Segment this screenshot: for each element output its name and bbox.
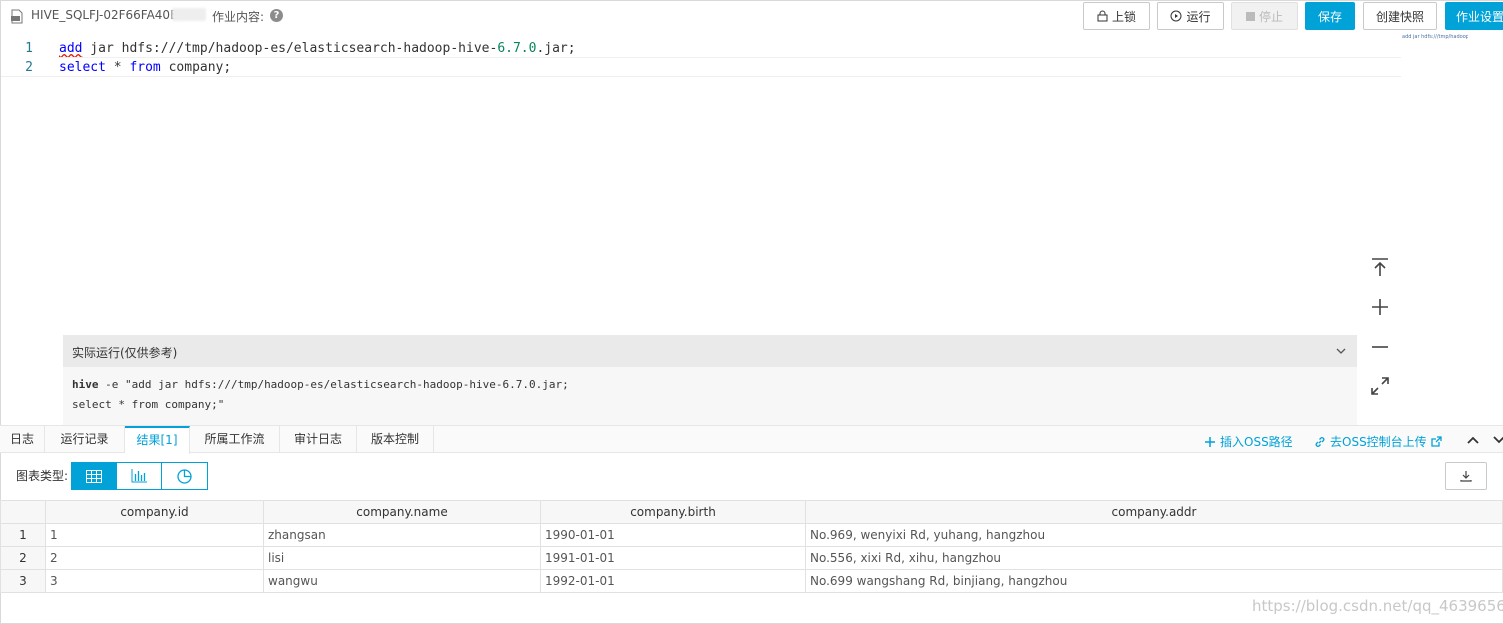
code-line: 2 select * from company; <box>1 58 1401 77</box>
redacted-id-suffix <box>172 8 206 21</box>
bottom-tabbar: 日志 运行记录 结果[1] 所属工作流 审计日志 版本控制 插入OSS路径 去O… <box>0 425 1503 454</box>
column-header[interactable]: company.name <box>263 500 541 524</box>
table-row[interactable]: 1 1 zhangsan 1990-01-01 No.969, wenyixi … <box>0 523 1503 547</box>
pie-chart-view-button[interactable] <box>162 463 207 489</box>
sql-file-icon <box>11 9 23 24</box>
table-row[interactable]: 3 3 wangwu 1992-01-01 No.699 wangshang R… <box>0 569 1503 593</box>
version-number: 6.7.0 <box>497 41 537 56</box>
command-text: -e "add jar hdfs:///tmp/hadoop-es/elasti… <box>98 378 569 391</box>
row-number: 2 <box>0 546 46 570</box>
download-button[interactable] <box>1445 462 1487 490</box>
row-number: 1 <box>0 523 46 547</box>
table-cell[interactable]: 3 <box>45 569 264 593</box>
table-cell[interactable]: 1990-01-01 <box>540 523 806 547</box>
job-toolbar: HIVE_SQL FJ-02F66FA40E6 作业内容: ? 上锁 运行 停止… <box>0 0 1503 36</box>
create-snapshot-button[interactable]: 创建快照 <box>1363 2 1437 30</box>
result-table: company.id company.name company.birth co… <box>0 500 1503 593</box>
actual-run-title: 实际运行(仅供参考) <box>72 346 178 360</box>
column-header[interactable]: company.birth <box>540 500 806 524</box>
tab-audit-log[interactable]: 审计日志 <box>280 426 357 453</box>
run-button[interactable]: 运行 <box>1157 2 1224 30</box>
pie-chart-icon <box>177 468 192 484</box>
bar-chart-view-button[interactable] <box>117 463 162 489</box>
lock-icon <box>1097 10 1108 22</box>
code-segment: * <box>105 60 130 75</box>
plus-icon <box>1205 436 1215 447</box>
table-cell[interactable]: lisi <box>263 546 541 570</box>
table-cell[interactable]: 1991-01-01 <box>540 546 806 570</box>
keyword-add: add <box>59 41 83 56</box>
save-button[interactable]: 保存 <box>1305 2 1355 30</box>
stop-button-label: 停止 <box>1258 9 1283 24</box>
actual-run-command-line: hive -e "add jar hdfs:///tmp/hadoop-es/e… <box>72 378 569 391</box>
tab-workflow[interactable]: 所属工作流 <box>190 426 280 453</box>
insert-oss-path-label: 插入OSS路径 <box>1220 435 1293 449</box>
fullscreen-icon[interactable] <box>1369 375 1391 397</box>
bar-chart-icon <box>131 469 147 483</box>
line-number: 2 <box>25 60 33 75</box>
actual-run-header[interactable]: 实际运行(仅供参考) <box>63 335 1357 367</box>
stop-button[interactable]: 停止 <box>1231 2 1298 30</box>
table-icon <box>86 469 102 483</box>
keyword-select: select <box>59 60 106 75</box>
tab-version-control[interactable]: 版本控制 <box>357 426 434 453</box>
job-content-label: 作业内容: <box>212 10 265 24</box>
table-cell[interactable]: 1992-01-01 <box>540 569 806 593</box>
tab-run-history[interactable]: 运行记录 <box>45 426 125 453</box>
download-icon <box>1460 471 1472 482</box>
tab-log[interactable]: 日志 <box>0 426 45 453</box>
code-segment: jar hdfs:///tmp/hadoop-es/elasticsearch-… <box>82 41 498 56</box>
table-cell[interactable]: wangwu <box>263 569 541 593</box>
code-segment: company; <box>160 60 232 75</box>
job-type: HIVE_SQL <box>31 8 90 22</box>
code-segment: .jar; <box>536 41 576 56</box>
lock-button[interactable]: 上锁 <box>1083 2 1150 30</box>
row-number-header <box>0 500 46 524</box>
table-cell[interactable]: No.969, wenyixi Rd, yuhang, hangzhou <box>805 523 1503 547</box>
play-circle-icon <box>1170 10 1182 22</box>
job-settings-button[interactable]: 作业设置 <box>1445 2 1503 30</box>
table-header-row: company.id company.name company.birth co… <box>0 500 1503 524</box>
watermark: https://blog.csdn.net/qq_46396563 <box>1252 597 1503 615</box>
table-cell[interactable]: zhangsan <box>263 523 541 547</box>
help-icon[interactable]: ? <box>270 9 283 22</box>
chevron-down-icon[interactable] <box>1492 434 1503 446</box>
table-row[interactable]: 2 2 lisi 1991-01-01 No.556, xixi Rd, xih… <box>0 546 1503 570</box>
code-line: 1 add jar hdfs:///tmp/hadoop-es/elastics… <box>1 39 1401 58</box>
table-cell[interactable]: No.556, xixi Rd, xihu, hangzhou <box>805 546 1503 570</box>
chart-type-switcher <box>71 462 208 490</box>
chevron-up-icon[interactable] <box>1466 434 1480 446</box>
external-link-icon <box>1431 436 1442 447</box>
chevron-down-icon[interactable] <box>1335 345 1347 357</box>
zoom-out-icon[interactable] <box>1369 336 1391 358</box>
actual-run-command-line: select * from company;" <box>72 398 225 411</box>
code-editor[interactable]: 1 add jar hdfs:///tmp/hadoop-es/elastics… <box>1 38 1401 328</box>
table-view-button[interactable] <box>72 463 117 489</box>
table-cell[interactable]: No.699 wangshang Rd, binjiang, hangzhou <box>805 569 1503 593</box>
column-header[interactable]: company.addr <box>805 500 1503 524</box>
zoom-in-icon[interactable] <box>1369 296 1391 318</box>
insert-oss-path-link[interactable]: 插入OSS路径 <box>1204 433 1293 450</box>
tab-result[interactable]: 结果[1] <box>125 426 190 454</box>
actual-run-panel: 实际运行(仅供参考) hive -e "add jar hdfs:///tmp/… <box>63 335 1357 425</box>
column-header[interactable]: company.id <box>45 500 264 524</box>
run-button-label: 运行 <box>1186 9 1211 24</box>
lock-button-label: 上锁 <box>1111 9 1136 24</box>
row-number: 3 <box>0 569 46 593</box>
chart-type-label: 图表类型: <box>16 469 69 483</box>
line-number: 1 <box>25 41 33 56</box>
command-prefix: hive <box>72 378 99 391</box>
keyword-from: from <box>129 60 161 75</box>
table-cell[interactable]: 2 <box>45 546 264 570</box>
table-cell[interactable]: 1 <box>45 523 264 547</box>
code-text: select * from company; <box>59 58 231 77</box>
scroll-to-top-icon[interactable] <box>1369 256 1391 278</box>
job-id: FJ-02F66FA40E6 <box>89 8 186 22</box>
link-icon <box>1315 436 1325 447</box>
code-text: add jar hdfs:///tmp/hadoop-es/elasticsea… <box>59 39 576 58</box>
editor-minimap[interactable]: add jar hdfs:///tmp/hadoop-es/elasticsea… <box>1402 34 1468 40</box>
oss-console-upload-link[interactable]: 去OSS控制台上传 <box>1314 433 1442 450</box>
stop-icon <box>1245 11 1255 21</box>
oss-console-upload-label: 去OSS控制台上传 <box>1330 435 1427 449</box>
